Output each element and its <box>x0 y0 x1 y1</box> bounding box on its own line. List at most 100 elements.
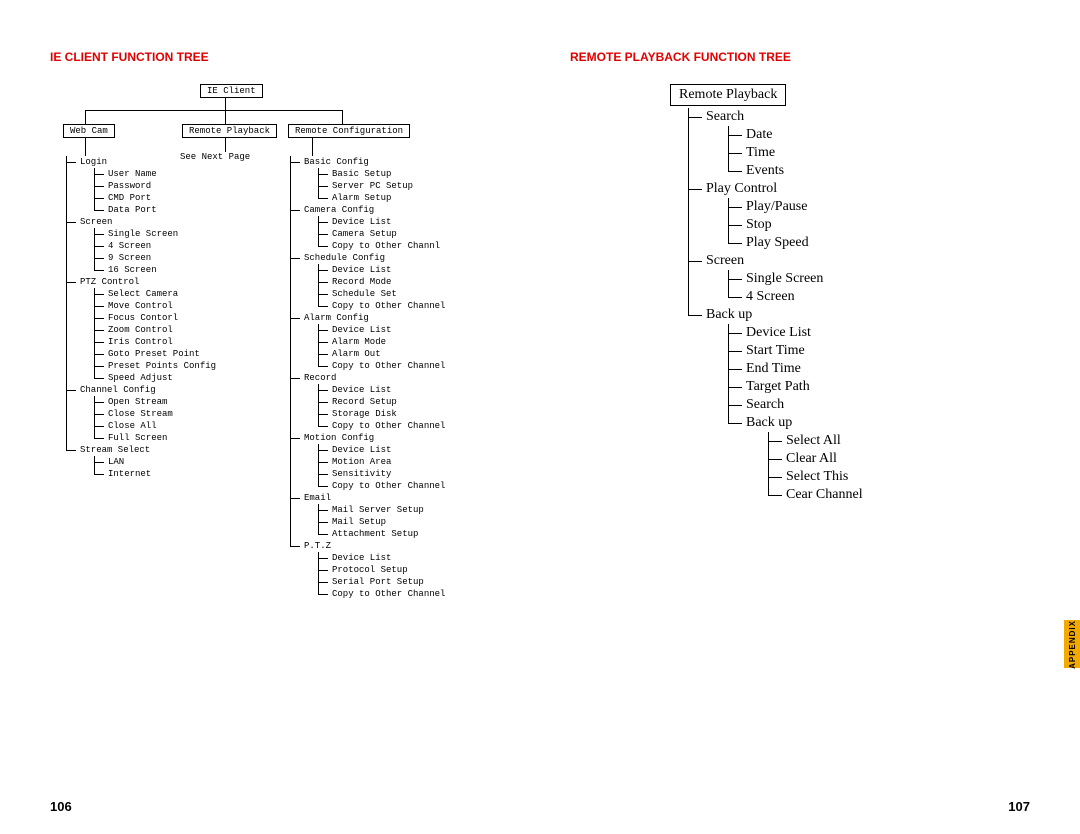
tree-node-label: Back up <box>746 415 792 430</box>
tree-leaf: Iris Control <box>94 336 261 348</box>
tree-leaf: Select Camera <box>94 288 261 300</box>
tree-leaf: Mail Setup <box>318 516 510 528</box>
tree-leaf: Goto Preset Point <box>94 348 261 360</box>
page-number-left: 106 <box>50 799 72 814</box>
tree-leaf: Alarm Out <box>318 348 510 360</box>
tree-leaf: 9 Screen <box>94 252 261 264</box>
tree-node-label: Select All <box>786 433 841 448</box>
tree-node-label: Start Time <box>746 343 805 358</box>
tree-node-label: Stop <box>746 217 772 232</box>
tree-node: Select All <box>768 432 970 450</box>
tree-node-label: Search <box>706 109 744 124</box>
tree-node: Select This <box>768 468 970 486</box>
tree-node: Events <box>728 162 970 180</box>
tree-node: Play/Pause <box>728 198 970 216</box>
tree-node-label: Schedule Config <box>304 253 385 263</box>
tree-node: Single Screen <box>728 270 970 288</box>
tree-leaf: User Name <box>94 168 261 180</box>
left-page: Ie Client Function Tree IE Client Web Ca… <box>0 0 540 834</box>
config-tree: Basic ConfigBasic SetupServer PC SetupAl… <box>290 156 510 600</box>
tree-node-label: P.T.Z <box>304 541 331 551</box>
tree-node: P.T.ZDevice ListProtocol SetupSerial Por… <box>290 540 510 600</box>
tree-leaf: Alarm Setup <box>318 192 510 204</box>
tree-node-label: Events <box>746 163 784 178</box>
tree-node: Stop <box>728 216 970 234</box>
tree-node: Play Speed <box>728 234 970 252</box>
right-page: Remote Playback Function Tree Remote Pla… <box>540 0 1080 834</box>
tree-node: Basic ConfigBasic SetupServer PC SetupAl… <box>290 156 510 204</box>
appendix-label: Appendix <box>1068 620 1077 669</box>
tree-leaf: Record Mode <box>318 276 510 288</box>
tree-leaf: Move Control <box>94 300 261 312</box>
tree-leaf: Copy to Other Channel <box>318 420 510 432</box>
tree-node: Channel ConfigOpen StreamClose StreamClo… <box>66 384 261 444</box>
tree-node-label: Login <box>80 157 107 167</box>
tree-leaf: Device List <box>318 552 510 564</box>
node-web-cam: Web Cam <box>63 124 115 138</box>
tree-node: Alarm ConfigDevice ListAlarm ModeAlarm O… <box>290 312 510 372</box>
tree-leaf: Device List <box>318 444 510 456</box>
tree-node-label: Target Path <box>746 379 810 394</box>
tree-leaf: Mail Server Setup <box>318 504 510 516</box>
tree-node: Stream SelectLANInternet <box>66 444 261 480</box>
tree-leaf: Device List <box>318 216 510 228</box>
page-number-right: 107 <box>1008 799 1030 814</box>
tree-node-label: Clear All <box>786 451 837 466</box>
tree-node: ScreenSingle Screen4 Screen <box>688 252 970 306</box>
tree-leaf: Speed Adjust <box>94 372 261 384</box>
tree-leaf: Record Setup <box>318 396 510 408</box>
tree-node: Camera ConfigDevice ListCamera SetupCopy… <box>290 204 510 252</box>
tree-node: Device List <box>728 324 970 342</box>
tree-leaf: Basic Setup <box>318 168 510 180</box>
tree-node-label: PTZ Control <box>80 277 139 287</box>
tree-leaf: Protocol Setup <box>318 564 510 576</box>
tree-node-label: Play/Pause <box>746 199 807 214</box>
tree-node-label: Channel Config <box>80 385 156 395</box>
node-remote-config: Remote Configuration <box>288 124 410 138</box>
tree-node: Cear Channel <box>768 486 970 504</box>
tree-node: LoginUser NamePasswordCMD PortData Port <box>66 156 261 216</box>
tree-node: Start Time <box>728 342 970 360</box>
tree-node: Back up Device ListStart Time End TimeTarg… <box>688 306 970 504</box>
tree-leaf: Motion Area <box>318 456 510 468</box>
tree-leaf: Single Screen <box>94 228 261 240</box>
tree-node-label: Basic Config <box>304 157 369 167</box>
tree-node-label: Stream Select <box>80 445 150 455</box>
tree-leaf: 4 Screen <box>94 240 261 252</box>
tree-leaf: Full Screen <box>94 432 261 444</box>
tree-node: Date <box>728 126 970 144</box>
tree-leaf: Device List <box>318 384 510 396</box>
tree-leaf: Internet <box>94 468 261 480</box>
right-heading: Remote Playback Function Tree <box>570 50 1030 64</box>
tree-leaf: Alarm Mode <box>318 336 510 348</box>
tree-node-label: Alarm Config <box>304 313 369 323</box>
left-diagram: IE Client Web Cam Remote Playback Remote… <box>50 84 510 744</box>
tree-node: Back up Select All Clear All Select ThisCea… <box>728 414 970 504</box>
right-diagram: Remote Playback SearchDateTimeEventsPlay… <box>670 84 970 504</box>
tree-leaf: Storage Disk <box>318 408 510 420</box>
tree-leaf: Close Stream <box>94 408 261 420</box>
tree-node-label: Cear Channel <box>786 487 863 502</box>
tree-leaf: Preset Points Config <box>94 360 261 372</box>
tree-leaf: Copy to Other Channel <box>318 588 510 600</box>
tree-node-label: 4 Screen <box>746 289 795 304</box>
tree-node: End Time <box>728 360 970 378</box>
tree-node: Time <box>728 144 970 162</box>
tree-leaf: Schedule Set <box>318 288 510 300</box>
tree-leaf: Open Stream <box>94 396 261 408</box>
tree-node: ScreenSingle Screen4 Screen9 Screen16 Sc… <box>66 216 261 276</box>
node-remote-playback: Remote Playback <box>182 124 277 138</box>
tree-leaf: Data Port <box>94 204 261 216</box>
tree-node-label: Record <box>304 373 336 383</box>
tree-node-label: Date <box>746 127 772 142</box>
tree-leaf: Sensitivity <box>318 468 510 480</box>
tree-leaf: Copy to Other Channel <box>318 300 510 312</box>
tree-node: 4 Screen <box>728 288 970 306</box>
node-ie-client: IE Client <box>200 84 263 98</box>
tree-leaf: Server PC Setup <box>318 180 510 192</box>
tree-node-label: Email <box>304 493 331 503</box>
tree-leaf: 16 Screen <box>94 264 261 276</box>
tree-leaf: Device List <box>318 324 510 336</box>
tree-leaf: Camera Setup <box>318 228 510 240</box>
tree-leaf: Copy to Other Channl <box>318 240 510 252</box>
